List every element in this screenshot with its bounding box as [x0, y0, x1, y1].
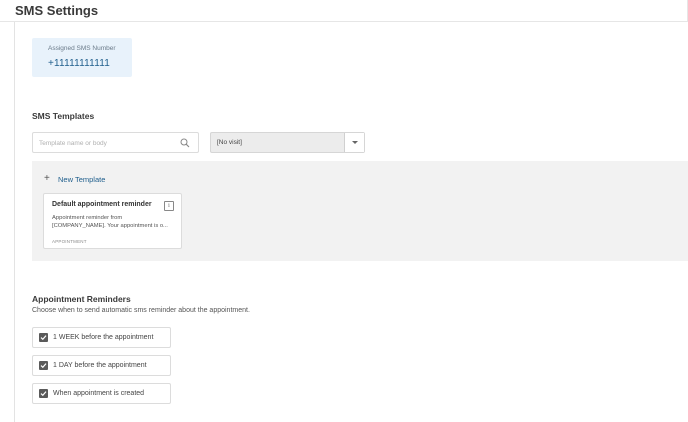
reminder-option-1-day[interactable]: 1 DAY before the appointment — [32, 355, 171, 376]
template-search-box[interactable] — [32, 132, 199, 153]
template-card-body-line: [COMPANY_NAME]. Your appointment is o... — [52, 223, 168, 229]
info-icon[interactable]: i — [164, 201, 174, 211]
checkbox-checked[interactable] — [39, 361, 48, 370]
reminder-option-1-week[interactable]: 1 WEEK before the appointment — [32, 327, 171, 348]
templates-panel: + New Template Default appointment remin… — [32, 161, 688, 261]
checkbox-checked[interactable] — [39, 333, 48, 342]
assigned-number-label: Assigned SMS Number — [48, 45, 116, 52]
checkmark-icon — [40, 335, 47, 341]
checkmark-icon — [40, 363, 47, 369]
sms-templates-heading: SMS Templates — [32, 111, 95, 121]
reminder-option-label: 1 DAY before the appointment — [53, 362, 147, 369]
template-search-input[interactable] — [39, 136, 174, 150]
plus-icon: + — [44, 173, 50, 184]
reminder-option-label: 1 WEEK before the appointment — [53, 334, 154, 341]
page-header: SMS Settings — [0, 0, 688, 22]
visit-filter-value: [No visit] — [217, 139, 242, 146]
visit-filter-select[interactable]: [No visit] — [210, 132, 365, 153]
checkbox-checked[interactable] — [39, 389, 48, 398]
chevron-down-icon — [352, 141, 358, 144]
template-card-body-line: Appointment reminder from — [52, 215, 123, 221]
template-card-tag: APPOINTMENT — [52, 239, 87, 244]
search-icon[interactable] — [180, 138, 190, 148]
appointment-reminders-heading: Appointment Reminders — [32, 294, 131, 304]
assigned-number-card: Assigned SMS Number +11111111111 — [32, 38, 132, 77]
template-card[interactable]: Default appointment reminder i Appointme… — [43, 193, 182, 249]
page-title: SMS Settings — [15, 3, 99, 18]
template-card-body: Appointment reminder from [COMPANY_NAME]… — [52, 214, 178, 230]
appointment-reminders-description: Choose when to send automatic sms remind… — [32, 307, 250, 314]
reminder-option-on-create[interactable]: When appointment is created — [32, 383, 171, 404]
checkmark-icon — [40, 391, 47, 397]
visit-filter-dropdown-button[interactable] — [345, 133, 364, 152]
template-card-title: Default appointment reminder — [52, 201, 152, 208]
assigned-number-value: +11111111111 — [48, 58, 110, 69]
new-template-label: New Template — [58, 174, 106, 184]
reminder-option-label: When appointment is created — [53, 390, 145, 397]
new-template-button[interactable]: + New Template — [44, 173, 105, 185]
